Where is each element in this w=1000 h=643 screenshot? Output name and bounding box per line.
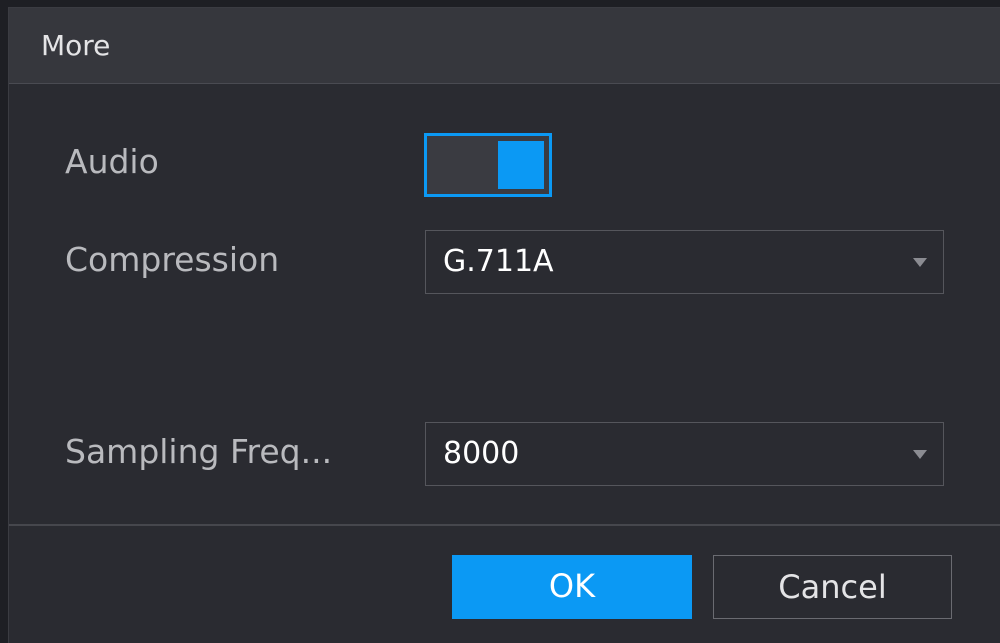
dialog-title: More xyxy=(41,29,111,62)
dialog-titlebar[interactable]: More xyxy=(9,8,1000,84)
footer-divider xyxy=(9,524,1000,526)
audio-toggle-knob xyxy=(498,141,544,189)
chevron-down-icon xyxy=(913,258,927,267)
compression-value: G.711A xyxy=(443,244,554,279)
compression-label: Compression xyxy=(65,240,280,279)
sampling-frequency-value: 8000 xyxy=(443,436,520,471)
ok-button[interactable]: OK xyxy=(452,555,692,619)
chevron-down-icon xyxy=(913,450,927,459)
sampling-frequency-label: Sampling Freq... xyxy=(65,432,333,471)
more-dialog: More Audio Compression G.711A Sampling F… xyxy=(8,7,1000,643)
audio-label: Audio xyxy=(65,142,159,181)
audio-toggle[interactable] xyxy=(424,133,552,197)
compression-select[interactable]: G.711A xyxy=(425,230,944,294)
sampling-frequency-select[interactable]: 8000 xyxy=(425,422,944,486)
cancel-button[interactable]: Cancel xyxy=(713,555,952,619)
